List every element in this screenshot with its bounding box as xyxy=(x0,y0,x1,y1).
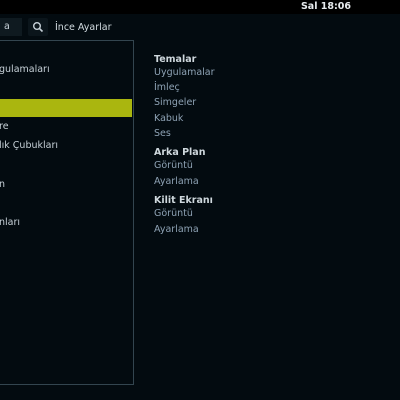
setting-sound[interactable]: Ses xyxy=(154,128,171,139)
search-button[interactable] xyxy=(28,18,48,36)
section-title-lock-screen: Kilit Ekranı xyxy=(154,195,213,206)
search-icon xyxy=(33,22,44,33)
window-title: İnce Ayarlar xyxy=(55,22,112,33)
sidebar-item-5[interactable]: n xyxy=(0,176,132,194)
setting-applications[interactable]: Uygulamalar xyxy=(154,67,215,78)
setting-lock-adjustment[interactable]: Ayarlama xyxy=(154,224,199,235)
clock[interactable]: Sal 18:06 xyxy=(301,1,351,12)
sidebar-item-3[interactable]: re xyxy=(0,118,132,136)
setting-shell[interactable]: Kabuk xyxy=(154,113,183,124)
setting-background-adjustment[interactable]: Ayarlama xyxy=(154,176,199,187)
back-tab[interactable]: a xyxy=(0,18,22,36)
top-bar: Sal 18:06 xyxy=(0,0,400,14)
sidebar-item-toolbars[interactable]: lık Çubukları xyxy=(0,137,132,155)
setting-icons[interactable]: Simgeler xyxy=(154,97,196,108)
setting-background-image[interactable]: Görüntü xyxy=(154,160,193,171)
section-title-background: Arka Plan xyxy=(154,147,206,158)
setting-lock-image[interactable]: Görüntü xyxy=(154,208,193,219)
setting-cursor[interactable]: İmleç xyxy=(154,82,180,93)
sidebar-item-appearance[interactable] xyxy=(0,99,132,117)
sidebar: gulamaları re lık Çubukları n nları xyxy=(0,40,134,385)
back-tab-label: a xyxy=(4,21,10,32)
sidebar-item-6[interactable]: nları xyxy=(0,214,132,232)
section-title-themes: Temalar xyxy=(154,54,197,65)
window-header: a İnce Ayarlar xyxy=(0,14,400,40)
sidebar-item-apps[interactable]: gulamaları xyxy=(0,61,132,79)
